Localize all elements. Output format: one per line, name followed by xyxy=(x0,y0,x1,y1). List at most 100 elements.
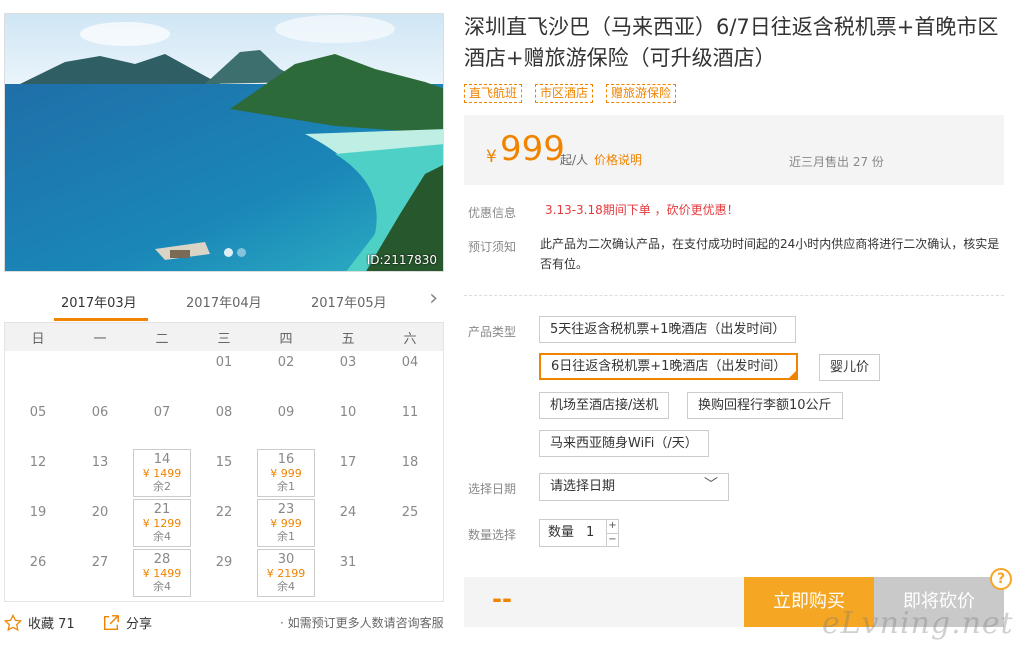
favorite-button[interactable]: 收藏 71 xyxy=(4,613,75,632)
chevron-right-icon[interactable]: › xyxy=(429,288,438,310)
day-number: 20 xyxy=(91,505,109,520)
quantity-stepper[interactable]: 数量 1 + − xyxy=(539,519,619,547)
price-box: ¥ 999 起/人 价格说明 近三月售出 27 份 xyxy=(464,115,1004,185)
notice-label: 预订须知 xyxy=(468,240,517,254)
day-number: 11 xyxy=(401,405,419,420)
tab-month-3[interactable]: 2017年05月 xyxy=(311,292,387,311)
total-price: -- xyxy=(492,585,512,613)
calendar-day-available[interactable]: 28 ¥ 1499 余4 xyxy=(133,549,191,597)
day-number: 24 xyxy=(339,505,357,520)
decrement-icon[interactable]: − xyxy=(606,533,618,546)
weekday-label: 日 xyxy=(31,332,45,347)
calendar-day: 20 xyxy=(71,499,129,547)
watermark: eLvning.net xyxy=(822,606,1014,641)
tab-month-2[interactable]: 2017年04月 xyxy=(186,292,262,311)
day-number: 30 xyxy=(277,552,295,567)
share-label: 分享 xyxy=(126,617,153,632)
share-button[interactable]: 分享 xyxy=(102,613,152,632)
day-remaining: 余4 xyxy=(153,530,171,543)
option-infant-price[interactable]: 婴儿价 xyxy=(819,354,881,381)
option-wifi[interactable]: 马来西亚随身WiFi（/天） xyxy=(539,430,709,457)
increment-icon[interactable]: + xyxy=(606,520,618,533)
weekday-label: 三 xyxy=(217,332,231,347)
day-number: 13 xyxy=(91,455,109,470)
tag-insurance: 赠旅游保险 xyxy=(606,84,677,103)
help-icon[interactable]: ? xyxy=(990,568,1012,590)
date-label: 选择日期 xyxy=(468,482,517,496)
option-5-day[interactable]: 5天往返含税机票+1晚酒店（出发时间） xyxy=(539,316,797,343)
day-number: 15 xyxy=(215,455,233,470)
calendar-day-available[interactable]: 30 ¥ 2199 余4 xyxy=(257,549,315,597)
day-number: 23 xyxy=(277,502,295,517)
calendar-day: 17 xyxy=(319,449,377,497)
day-number: 05 xyxy=(29,405,47,420)
carousel-dot-2[interactable] xyxy=(237,248,246,257)
calendar-day-available[interactable]: 21 ¥ 1299 余4 xyxy=(133,499,191,547)
contact-note: · 如需预订更多人数请咨询客服 xyxy=(280,616,444,630)
price-unit: 起/人 xyxy=(560,153,589,167)
day-price: ¥ 1299 xyxy=(142,517,182,530)
day-number: 08 xyxy=(215,405,233,420)
calendar-day: 08 xyxy=(195,399,253,447)
calendar-day: 09 xyxy=(257,399,315,447)
day-remaining: 余4 xyxy=(277,580,295,593)
option-6-day[interactable]: 6日往返含税机票+1晚酒店（出发时间） xyxy=(539,353,799,380)
tab-month-1[interactable]: 2017年03月 xyxy=(61,292,137,311)
day-number: 01 xyxy=(215,355,233,370)
day-number: 26 xyxy=(29,555,47,570)
option-extra-baggage[interactable]: 换购回程行李额10公斤 xyxy=(687,392,843,419)
day-price: ¥ 2199 xyxy=(266,567,306,580)
day-number: 25 xyxy=(401,505,419,520)
calendar-day: 31 xyxy=(319,549,377,597)
calendar-day-available[interactable]: 14 ¥ 1499 余2 xyxy=(133,449,191,497)
calendar-day: 05 xyxy=(9,399,67,447)
day-number: 07 xyxy=(153,405,171,420)
calendar-day: 10 xyxy=(319,399,377,447)
day-price: ¥ 999 xyxy=(270,517,302,530)
calendar-day: 22 xyxy=(195,499,253,547)
day-remaining: 余2 xyxy=(153,480,171,493)
date-select[interactable]: 请选择日期 ﹀ xyxy=(539,473,729,501)
active-month-indicator xyxy=(54,318,148,321)
currency-symbol: ¥ xyxy=(486,147,497,167)
notice-text: 此产品为二次确认产品，在支付成功时间起的24小时内供应商将进行二次确认，核实是否… xyxy=(540,237,1000,271)
calendar-day: 15 xyxy=(195,449,253,497)
calendar-day: 29 xyxy=(195,549,253,597)
chevron-down-icon: ﹀ xyxy=(704,477,718,493)
calendar-weekday-header: 日一二三四五六 xyxy=(5,323,443,351)
calendar-day: 26 xyxy=(9,549,67,597)
calendar-day: 01 xyxy=(195,349,253,397)
calendar-grid: 日一二三四五六 01 02 03 04 05 06 07 08 09 10 11 12 13 14 ¥ 14… xyxy=(4,322,444,602)
day-number: 31 xyxy=(339,555,357,570)
day-number: 21 xyxy=(153,502,171,517)
promo-label: 优惠信息 xyxy=(468,206,517,220)
price-explanation-link[interactable]: 价格说明 xyxy=(594,151,642,168)
day-number: 29 xyxy=(215,555,233,570)
calendar-day-available[interactable]: 23 ¥ 999 余1 xyxy=(257,499,315,547)
day-number: 19 xyxy=(29,505,47,520)
weekday-label: 一 xyxy=(93,332,107,347)
calendar-day: 02 xyxy=(257,349,315,397)
day-price: ¥ 1499 xyxy=(142,567,182,580)
day-number: 10 xyxy=(339,405,357,420)
product-photo[interactable]: ID:2117830 xyxy=(4,13,444,272)
day-number: 28 xyxy=(153,552,171,567)
day-number: 14 xyxy=(153,452,171,467)
calendar-month-tabs: 2017年03月 2017年04月 2017年05月 › xyxy=(4,284,444,322)
quantity-label: 数量选择 xyxy=(468,528,517,542)
divider xyxy=(464,295,1004,296)
calendar-day: 03 xyxy=(319,349,377,397)
calendar-day: 19 xyxy=(9,499,67,547)
option-airport-transfer[interactable]: 机场至酒店接/送机 xyxy=(539,392,670,419)
calendar-day: 27 xyxy=(71,549,129,597)
calendar-day: 24 xyxy=(319,499,377,547)
calendar-day-available[interactable]: 16 ¥ 999 余1 xyxy=(257,449,315,497)
day-remaining: 余4 xyxy=(153,580,171,593)
product-title: 深圳直飞沙巴（马来西亚）6/7日往返含税机票+首晚市区酒店+赠旅游保险（可升级酒… xyxy=(464,15,999,70)
quantity-value[interactable]: 1 xyxy=(586,520,594,546)
carousel-dot-1[interactable] xyxy=(224,248,233,257)
promo-text: 3.13-3.18期间下单 ，砍价更优惠！ xyxy=(545,203,739,217)
price-value: 999 xyxy=(500,129,565,169)
day-number: 06 xyxy=(91,405,109,420)
quantity-text: 数量 xyxy=(548,525,575,540)
